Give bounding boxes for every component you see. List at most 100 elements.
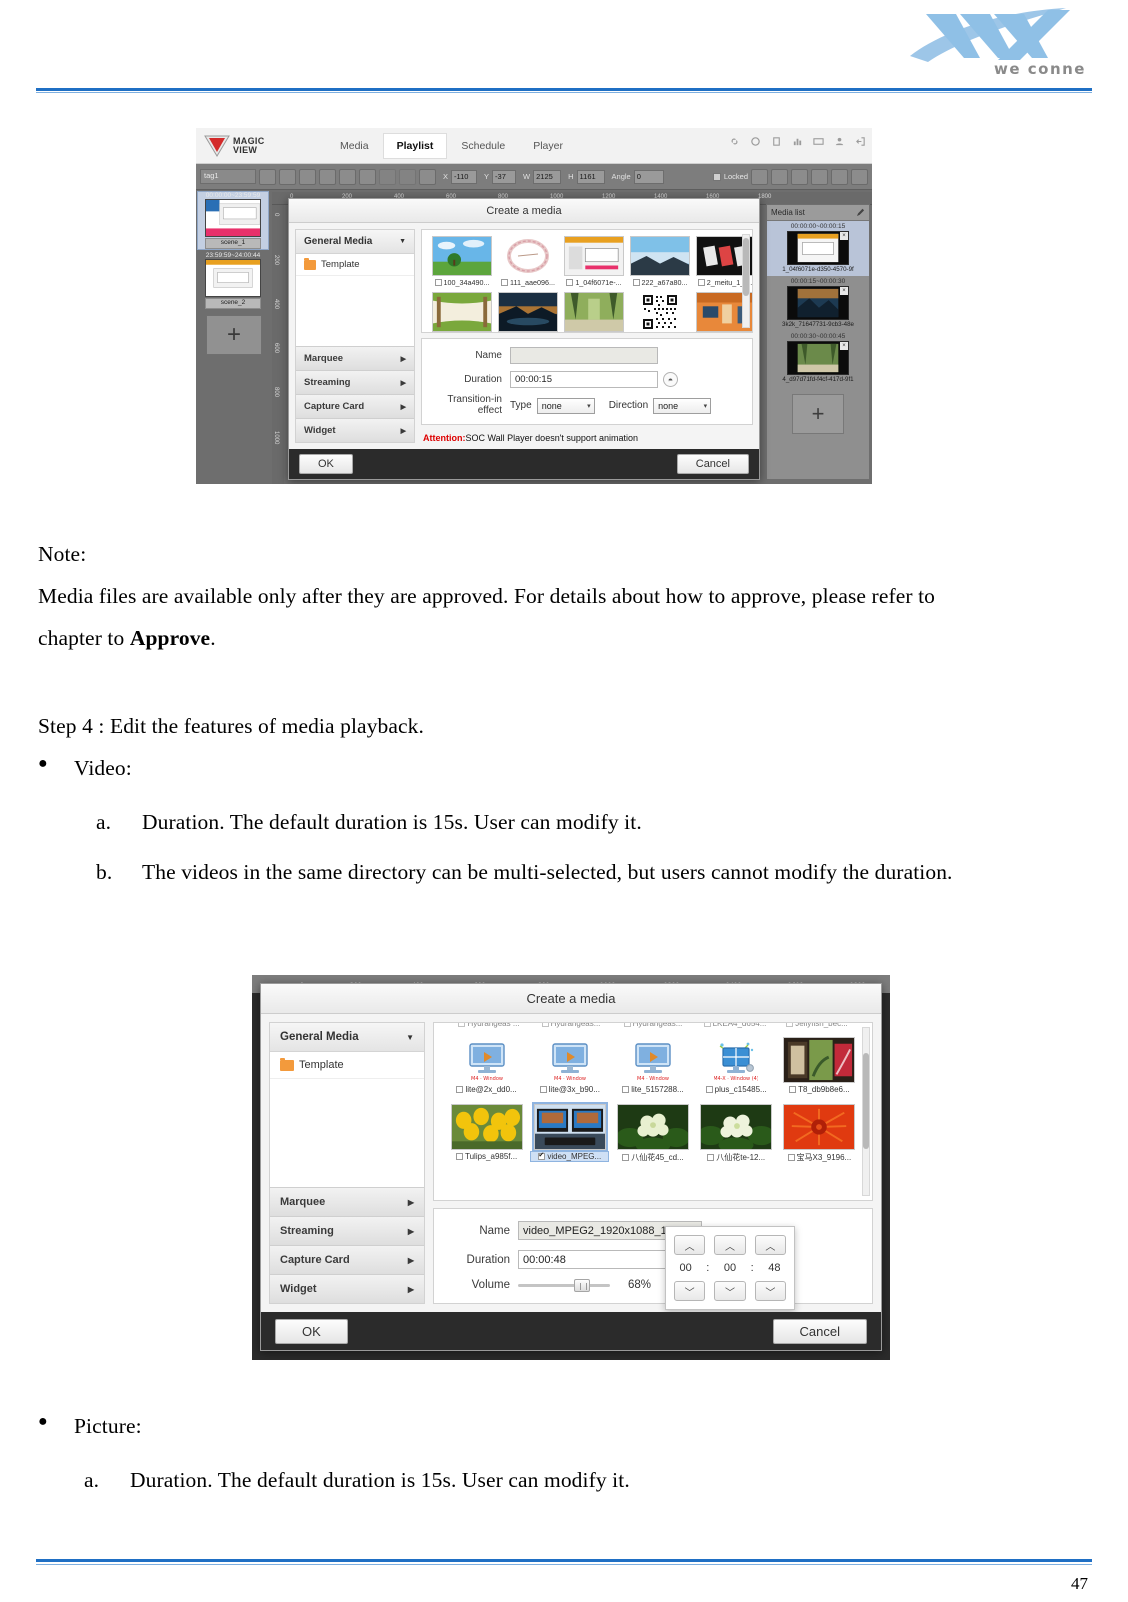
media-checkbox[interactable]	[539, 1086, 547, 1093]
sidebar-item-template[interactable]: Template	[270, 1052, 424, 1079]
media-checkbox[interactable]	[705, 1086, 713, 1093]
media-caption[interactable]: 222_a67a80...	[630, 278, 690, 287]
media-thumbnail[interactable]	[630, 236, 690, 276]
media-checkbox[interactable]	[787, 1154, 795, 1161]
scene-name[interactable]: scene_2	[205, 298, 261, 309]
save-button[interactable]	[811, 168, 828, 185]
insert-region-button[interactable]	[319, 168, 336, 185]
spinner-up-row[interactable]: ︿ ︿ ︿	[674, 1235, 786, 1255]
media-grid-cell[interactable]: 4_d97d71fd-...	[564, 292, 624, 332]
media-checkbox[interactable]	[434, 279, 442, 286]
sidebar-item-template[interactable]: Template	[296, 254, 414, 276]
grid-scrollbar-thumb[interactable]	[743, 238, 749, 296]
media-checkbox[interactable]	[632, 279, 640, 286]
accordion-widget[interactable]: Widget ▶	[270, 1274, 424, 1303]
ok-button[interactable]: OK	[299, 454, 353, 474]
chevron-right-icon[interactable]: ▶	[401, 379, 406, 387]
media-caption[interactable]: 111_aae096...	[498, 278, 558, 287]
scene-card[interactable]: 00:00:00~23:59:59 scene_1	[197, 191, 269, 250]
media-grid-cell-clipped[interactable]: LKEA4_d654...	[694, 1023, 776, 1028]
media-caption[interactable]: 宝马X3_9196...	[781, 1152, 858, 1163]
media-checkbox[interactable]	[541, 1023, 549, 1027]
remove-media-icon[interactable]: ×	[840, 342, 848, 350]
split-layout-button[interactable]	[379, 168, 396, 185]
scene-card[interactable]: 23:59:59~24:00:44 scene_2	[198, 252, 268, 309]
accordion-streaming[interactable]: Streaming ▶	[296, 370, 414, 394]
locked-checkbox-box[interactable]	[712, 172, 721, 181]
user-icon[interactable]	[834, 136, 845, 147]
media-grid-cell[interactable]: 333_0e1776...	[432, 292, 492, 332]
media-thumbnail[interactable]	[630, 292, 690, 332]
media-list-item[interactable]: 00:00:30~00:00:45 × 4_d97d71fd-f4cf-417d…	[767, 331, 869, 386]
media-checkbox[interactable]	[622, 1154, 630, 1161]
transition-direction-select[interactable]: none	[653, 397, 712, 414]
dialog-sidebar[interactable]: General Media ▼ Template Marquee ▶ Strea…	[269, 1022, 425, 1304]
add-scene-button[interactable]: +	[206, 315, 262, 355]
transition-type-select[interactable]: none	[536, 397, 595, 414]
media-grid[interactable]: 100_34a490... 111_aae096... 1_04f6071e-.…	[421, 229, 753, 333]
export-button[interactable]	[831, 168, 848, 185]
align-dropdown-button[interactable]	[419, 168, 436, 185]
x-input[interactable]: -110	[451, 169, 478, 184]
time-spinner-popup[interactable]: ︿ ︿ ︿ 00 : 00 : 48 ﹀ ﹀ ﹀	[665, 1226, 795, 1310]
media-properties-form[interactable]: Name Duration 00:00:15 ◓ Transition-in e…	[421, 338, 753, 425]
media-grid-cell[interactable]: 222_a67a80...	[630, 236, 690, 287]
media-list-panel[interactable]: Media list 00:00:00~00:00:15 × 1_04f6071…	[766, 204, 870, 480]
media-checkbox[interactable]	[786, 1023, 794, 1027]
media-thumbnail[interactable]: M4-X · Window (4)	[698, 1037, 775, 1083]
scene-list[interactable]: 00:00:00~23:59:59 scene_1 23:59:59~24:00…	[197, 191, 270, 482]
zoom-in-button[interactable]	[771, 168, 788, 185]
media-checkbox[interactable]	[703, 1023, 711, 1027]
media-thumbnail[interactable]	[564, 292, 624, 332]
cancel-button[interactable]: Cancel	[676, 454, 749, 474]
minutes-value[interactable]: 00	[718, 1262, 741, 1274]
media-grid-cell[interactable]: M4 · Window lite@2x_dd0...	[448, 1037, 525, 1094]
media-caption[interactable]: lite@2x_dd0...	[448, 1085, 525, 1094]
media-caption[interactable]: 八仙花45_cd...	[614, 1152, 691, 1163]
clock-icon[interactable]: ◓	[663, 372, 678, 387]
media-grid-cell-clipped[interactable]: Hydrangeas...	[612, 1023, 694, 1028]
media-thumbnail[interactable]	[531, 1102, 608, 1152]
accordion-streaming[interactable]: Streaming ▶	[270, 1216, 424, 1245]
pencil-icon[interactable]	[856, 208, 865, 217]
media-caption[interactable]: T8_db9b8e6...	[781, 1085, 858, 1094]
add-region-button[interactable]	[279, 168, 296, 185]
remove-media-icon[interactable]: ×	[840, 287, 848, 295]
chevron-down-icon[interactable]: ▼	[399, 238, 406, 245]
media-list-item[interactable]: 00:00:00~00:00:15 × 1_04f6071e-d350-4570…	[767, 221, 869, 276]
media-checkbox[interactable]	[623, 1023, 631, 1027]
y-input[interactable]: -37	[492, 169, 517, 184]
duration-input[interactable]: 00:00:15	[510, 371, 658, 388]
media-checkbox[interactable]	[566, 279, 574, 286]
cancel-button[interactable]: Cancel	[772, 1318, 867, 1344]
logout-icon[interactable]	[855, 136, 866, 147]
pointer-tool-button[interactable]	[259, 168, 276, 185]
media-thumbnail[interactable]	[616, 1104, 689, 1150]
media-caption[interactable]: Hydrangeas...	[530, 1023, 612, 1028]
volume-slider-knob[interactable]	[574, 1278, 590, 1292]
media-grid-cell[interactable]: 八仙花45_cd...	[614, 1104, 691, 1163]
chevron-down-icon[interactable]: ▼	[406, 1033, 414, 1042]
accordion-marquee[interactable]: Marquee ▶	[296, 346, 414, 370]
chevron-right-icon[interactable]: ▶	[408, 1256, 414, 1265]
media-grid-cell-clipped[interactable]: Jellyfish_bec...	[776, 1023, 858, 1028]
general-media-dropdown[interactable]: General Media ▼	[270, 1023, 424, 1052]
width-input[interactable]: 2125	[533, 169, 562, 184]
tab-player[interactable]: Player	[519, 133, 577, 159]
chart-icon[interactable]	[792, 136, 803, 147]
media-caption[interactable]: Hydrangeas ...	[448, 1023, 530, 1028]
chevron-right-icon[interactable]: ▶	[401, 355, 406, 363]
accordion-widget[interactable]: Widget ▶	[296, 418, 414, 442]
chevron-right-icon[interactable]: ▶	[408, 1227, 414, 1236]
accordion-capture-card[interactable]: Capture Card ▶	[296, 394, 414, 418]
media-grid-cell[interactable]: 111_aae096...	[498, 236, 558, 287]
media-caption[interactable]: LKEA4_d654...	[694, 1023, 776, 1028]
media-grid-cell[interactable]: Tulips_a985f...	[448, 1104, 525, 1163]
duplicate-region-button[interactable]	[299, 168, 316, 185]
media-grid-cell[interactable]: 1_04f6071e-...	[564, 236, 624, 287]
grid-scrollbar-thumb[interactable]	[863, 1053, 869, 1149]
grid-layout-button[interactable]	[359, 168, 376, 185]
media-grid-cell[interactable]: T8_db9b8e6...	[781, 1037, 858, 1094]
media-list-item[interactable]: 00:00:15~00:00:30 × 3k2k_71647731-9cb3-4…	[767, 276, 869, 331]
editor-toolbar[interactable]: tag1 X -110 Y -37 W 2125 H 1161 Angle 0 …	[196, 164, 872, 190]
